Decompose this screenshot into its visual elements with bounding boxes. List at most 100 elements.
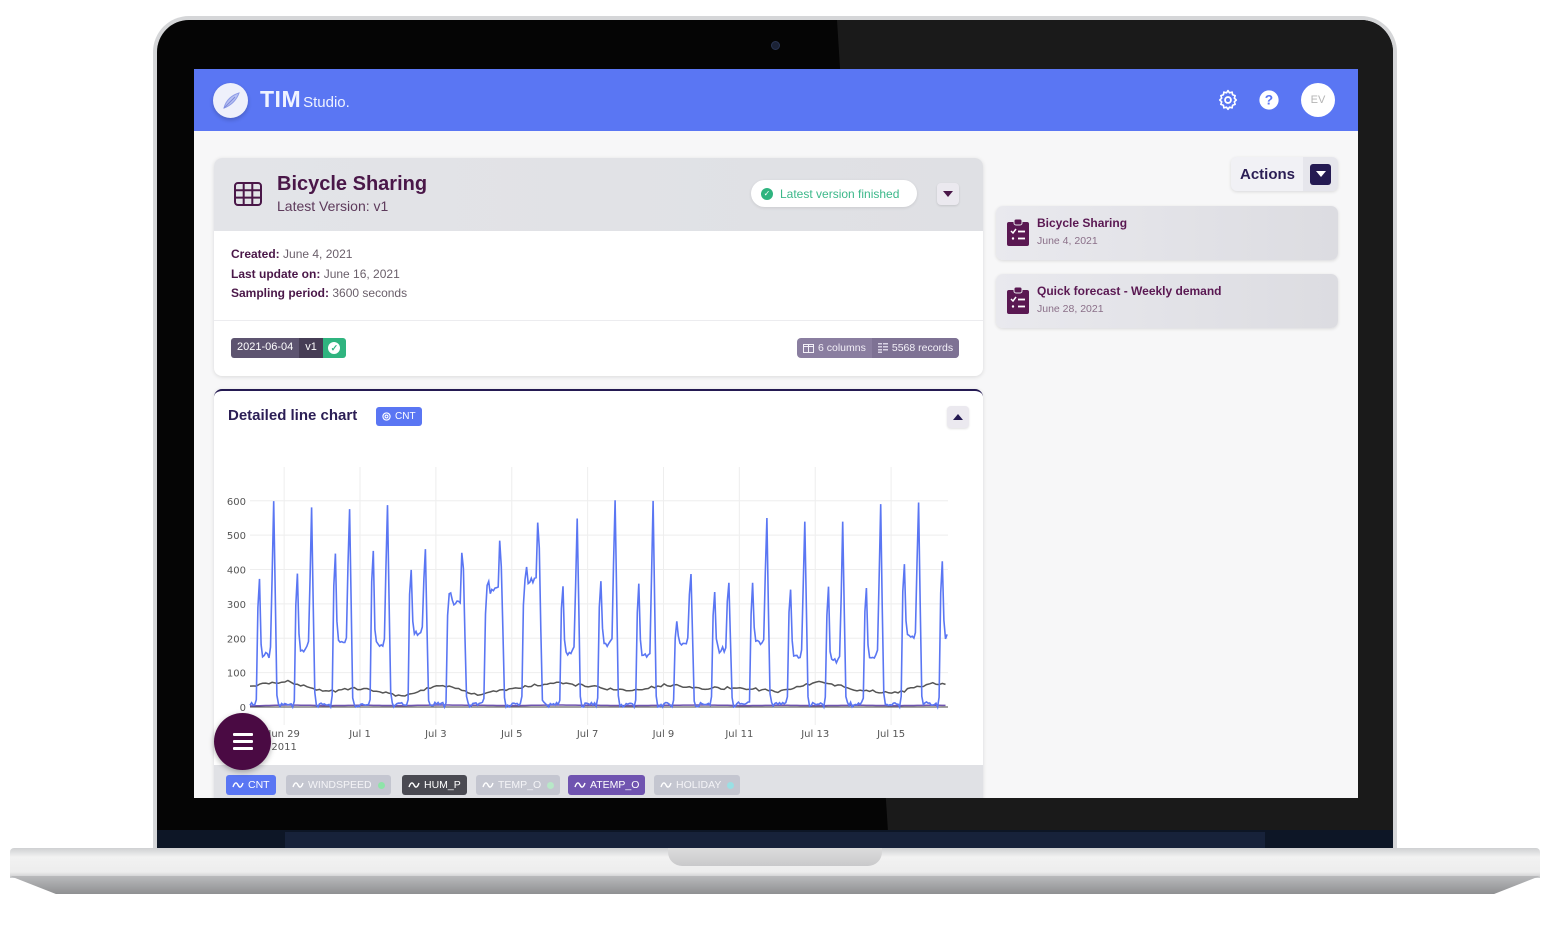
hamburger-line <box>232 740 253 743</box>
dataset-card: Bicycle Sharing Latest Version: v1 ✓ Lat… <box>214 158 983 376</box>
legend-label: TEMP_O <box>498 779 542 791</box>
x-tick-label: Jul 15 <box>876 729 905 740</box>
experiment-title: Bicycle Sharing <box>1037 216 1128 230</box>
legend-item-hum_p[interactable]: HUM_P <box>402 775 467 795</box>
svg-text:?: ? <box>1265 93 1273 108</box>
x-tick-label: Jul 9 <box>652 729 675 740</box>
actions-button[interactable]: Actions <box>1231 157 1338 191</box>
top-bar: TIM Studio. ? EV <box>194 69 1358 131</box>
feather-logo-icon <box>222 91 240 109</box>
gear-icon <box>1218 89 1238 111</box>
brand-main: TIM <box>260 86 302 112</box>
created-row: Created: June 4, 2021 <box>231 245 407 265</box>
version-number: v1 <box>299 338 323 358</box>
status-badge: ✓ Latest version finished <box>751 180 917 207</box>
y-tick-label: 500 <box>227 531 246 542</box>
x-tick-label: Jun 29 <box>267 729 300 740</box>
x-tick-label: Jul 1 <box>348 729 371 740</box>
records-icon <box>877 343 888 353</box>
dataset-header: Bicycle Sharing Latest Version: v1 ✓ Lat… <box>214 158 983 231</box>
clipboard-list-icon <box>1007 219 1029 246</box>
legend-item-holiday[interactable]: HOLIDAY <box>654 775 741 795</box>
user-avatar[interactable]: EV <box>1301 83 1335 117</box>
experiment-title: Quick forecast - Weekly demand <box>1037 284 1222 298</box>
chart-card: Detailed line chart CNT 0 100 200 300 400 500… <box>214 389 983 798</box>
chart-legend: CNT WINDSPEED HUM_P TEMP_O ATEMP_O HOLIDAY <box>214 765 983 798</box>
clipboard-list-icon <box>1007 287 1029 314</box>
legend-label: WINDSPEED <box>308 779 372 791</box>
wave-icon <box>574 782 586 788</box>
dataset-stats: 6 columns 5568 records <box>797 338 960 358</box>
y-tick-label: 200 <box>227 634 246 645</box>
camera-icon <box>771 41 780 50</box>
legend-label: CNT <box>248 779 270 791</box>
legend-label: ATEMP_O <box>590 779 640 791</box>
hamburger-line <box>232 733 253 736</box>
x-tick-label: Jul 3 <box>424 729 447 740</box>
wave-icon <box>292 782 304 788</box>
legend-item-cnt[interactable]: CNT <box>226 775 276 795</box>
legend-dot <box>727 781 735 789</box>
line-chart[interactable]: 0100200300400500600Jun 292011Jul 1 Jul 3J… <box>214 391 983 765</box>
caret-down-icon <box>943 191 953 197</box>
caret-down-icon <box>1310 163 1331 185</box>
columns-icon <box>803 343 814 353</box>
y-tick-label: 400 <box>227 566 246 577</box>
status-text: Latest version finished <box>780 186 900 201</box>
check-circle-icon: ✓ <box>761 187 773 200</box>
menu-fab-button[interactable] <box>214 713 271 770</box>
x-tick-label: 2011 <box>271 742 296 753</box>
version-date: 2021-06-04 <box>231 338 300 358</box>
x-tick-label: Jul 7 <box>576 729 599 740</box>
settings-button[interactable] <box>1217 89 1239 111</box>
records-count: 5568 records <box>891 342 954 354</box>
x-tick-label: Jul 5 <box>500 729 523 740</box>
version-tag[interactable]: 2021-06-04 v1 ✓ <box>231 338 346 358</box>
experiment-date: June 28, 2021 <box>1037 303 1104 315</box>
updated-row: Last update on: June 16, 2021 <box>231 265 407 285</box>
hamburger-line <box>232 747 253 750</box>
app-screen: TIM Studio. ? EV Bicycle Sharing Latest … <box>194 69 1358 798</box>
legend-dot <box>377 781 385 789</box>
divider <box>214 320 983 321</box>
updated-label: Last update on: <box>231 266 321 281</box>
dataset-latest-version: Latest Version: v1 <box>277 198 389 214</box>
experiment-card[interactable]: Quick forecast - Weekly demand June 28, … <box>996 274 1338 328</box>
legend-item-temp_o[interactable]: TEMP_O <box>476 775 561 795</box>
help-button[interactable]: ? <box>1258 89 1280 111</box>
x-tick-label: Jul 11 <box>724 729 753 740</box>
records-stat: 5568 records <box>871 338 960 358</box>
dataset-meta: Created: June 4, 2021 Last update on: Ju… <box>231 245 407 304</box>
x-tick-label: Jul 13 <box>800 729 829 740</box>
sampling-row: Sampling period: 3600 seconds <box>231 284 407 304</box>
wave-icon <box>232 782 244 788</box>
experiment-date: June 4, 2021 <box>1037 235 1098 247</box>
dataset-expand-button[interactable] <box>937 183 959 205</box>
columns-count: 6 columns <box>818 342 866 354</box>
brand: TIM Studio. <box>260 86 350 113</box>
brand-sub: Studio. <box>303 94 350 111</box>
laptop-base-bottom <box>10 876 1540 894</box>
laptop-notch <box>668 848 882 866</box>
wave-icon <box>408 782 420 788</box>
y-tick-label: 600 <box>227 497 246 508</box>
columns-stat: 6 columns <box>797 338 872 358</box>
legend-label: HOLIDAY <box>676 779 722 791</box>
created-label: Created: <box>231 247 280 261</box>
legend-item-windspeed[interactable]: WINDSPEED <box>286 775 391 795</box>
wave-icon <box>482 782 494 788</box>
created-value: June 4, 2021 <box>283 247 353 261</box>
legend-item-atemp_o[interactable]: ATEMP_O <box>568 775 646 795</box>
version-status: ✓ <box>322 338 346 358</box>
updated-value: June 16, 2021 <box>323 266 400 281</box>
actions-label: Actions <box>1240 165 1296 183</box>
table-icon <box>234 182 262 206</box>
sampling-value: 3600 seconds <box>332 286 408 300</box>
legend-label: HUM_P <box>424 779 461 791</box>
logo[interactable] <box>213 83 248 118</box>
check-icon: ✓ <box>328 342 341 354</box>
y-tick-label: 100 <box>227 669 246 680</box>
question-circle-icon: ? <box>1259 90 1279 110</box>
experiment-card[interactable]: Bicycle Sharing June 4, 2021 <box>996 206 1338 260</box>
actions-dropdown[interactable] <box>1303 157 1338 191</box>
